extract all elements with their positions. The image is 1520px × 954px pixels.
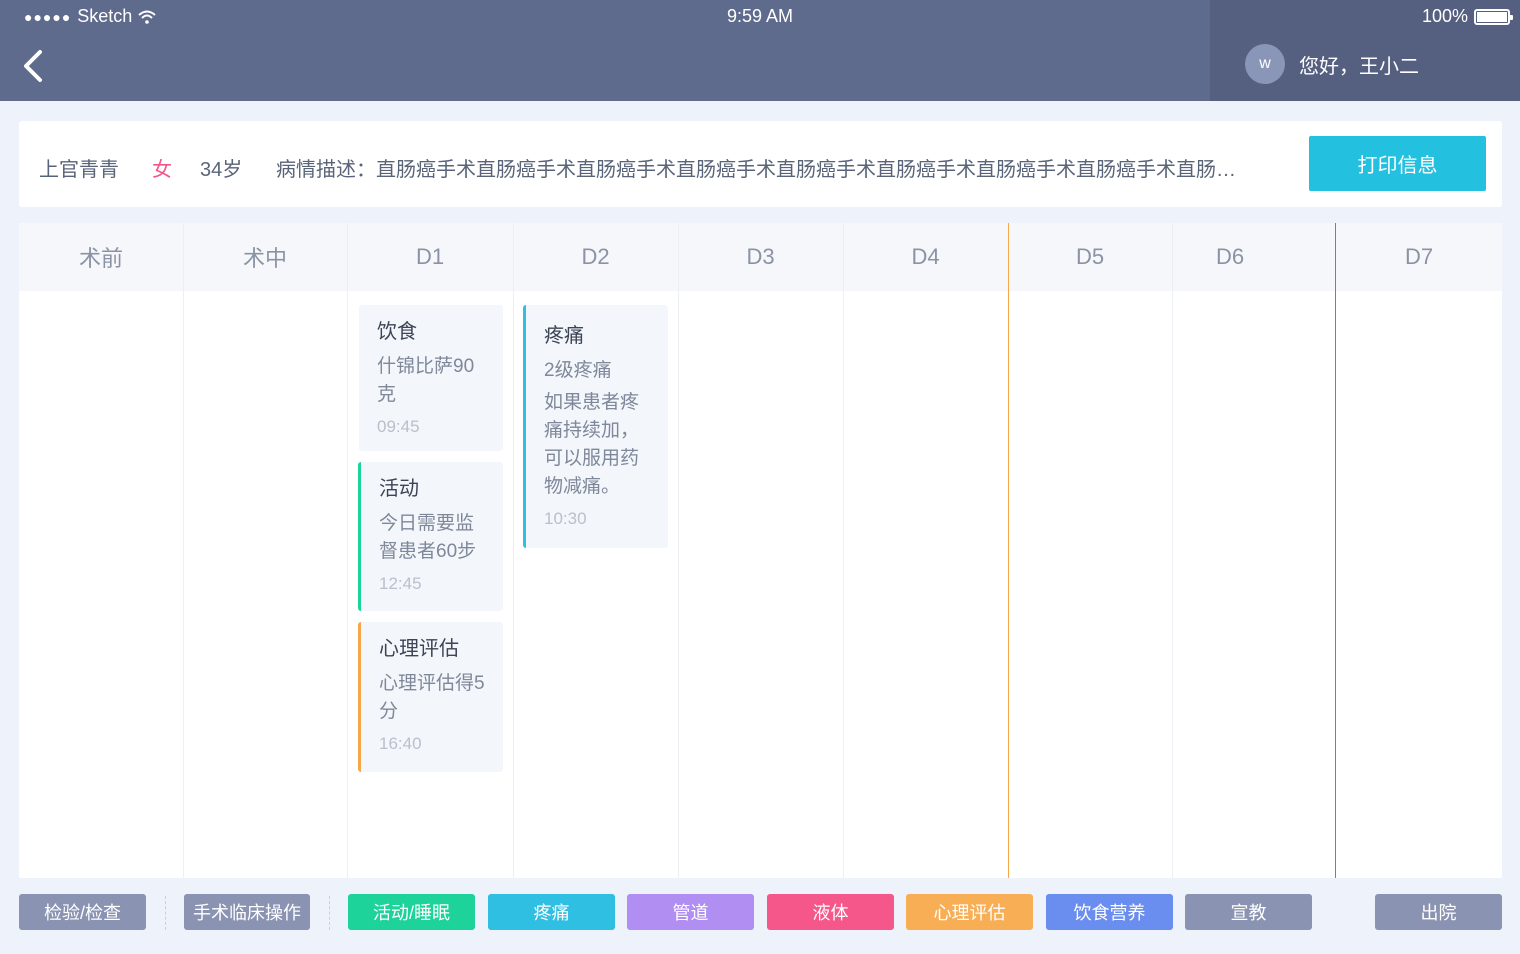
legend-activity-button[interactable]: 活动/睡眠 — [348, 894, 475, 930]
card-title: 心理评估 — [379, 638, 459, 660]
print-info-button[interactable]: 打印信息 — [1309, 136, 1486, 191]
patient-gender: 女 — [152, 159, 172, 181]
user-info[interactable]: w 您好，王小二 — [1245, 44, 1419, 84]
card-time: 09:45 — [377, 417, 420, 436]
card-body: 今日需要监督患者60步 — [379, 513, 477, 562]
legend-psych-button[interactable]: 心理评估 — [906, 894, 1033, 930]
status-battery: 100% — [1421, 6, 1513, 27]
col-intraop: 术中 — [242, 246, 287, 271]
legend-pain-button[interactable]: 疼痛 — [488, 894, 615, 930]
patient-age: 34岁 — [200, 159, 243, 181]
card-body: 如果患者疼痛持续加，可以服用药物减痛。 — [544, 392, 640, 497]
greeting-text: 您好，王小二 — [1299, 55, 1419, 78]
col-divider — [183, 223, 184, 878]
legend-exam-button[interactable]: 检验/检查 — [19, 894, 146, 930]
card-time: 10:30 — [544, 509, 587, 528]
col-divider — [347, 223, 348, 878]
card-title: 饮食 — [377, 321, 417, 343]
col-divider — [513, 223, 514, 878]
legend-separator — [329, 896, 330, 930]
patient-info-card: 上官青青 女 34岁 病情描述：直肠癌手术直肠癌手术直肠癌手术直肠癌手术直肠癌手… — [19, 121, 1502, 207]
legend-surgery-button[interactable]: 手术临床操作 — [184, 894, 310, 930]
col-divider — [678, 223, 679, 878]
event-card-activity[interactable]: 活动 今日需要监督患者60步 12:45 — [358, 462, 503, 611]
card-body: 心理评估得5分 — [379, 673, 485, 722]
discharge-marker-line — [1335, 223, 1336, 878]
col-d3: D3 — [746, 244, 775, 269]
timeline-header: 术前 术中 D1 D2 D3 D4 D5 D6 D7 — [19, 223, 1502, 291]
col-d2: D2 — [581, 244, 610, 269]
card-body: 2级疼痛 — [544, 360, 612, 381]
card-time: 16:40 — [379, 734, 422, 753]
battery-icon — [1474, 8, 1513, 25]
col-d6: D6 — [1215, 244, 1245, 269]
event-card-pain[interactable]: 疼痛 2级疼痛 如果患者疼痛持续加，可以服用药物减痛。 10:30 — [523, 305, 668, 548]
battery-percent: 100% — [1421, 6, 1468, 26]
patient-name: 上官青青 — [39, 159, 119, 181]
card-time: 12:45 — [379, 574, 422, 593]
current-day-marker-line — [1008, 223, 1009, 878]
col-d4: D4 — [911, 244, 940, 269]
legend-fluid-button[interactable]: 液体 — [767, 894, 894, 930]
col-d1: D1 — [415, 244, 445, 269]
col-d5: D5 — [1075, 244, 1105, 269]
legend-education-button[interactable]: 宣教 — [1185, 894, 1312, 930]
patient-description: 病情描述：直肠癌手术直肠癌手术直肠癌手术直肠癌手术直肠癌手术直肠癌手术直肠癌手术… — [276, 159, 1236, 181]
card-title: 疼痛 — [544, 325, 584, 347]
status-time: 9:59 AM — [726, 6, 794, 26]
col-preop: 术前 — [78, 246, 123, 271]
event-card-psych[interactable]: 心理评估 心理评估得5分 16:40 — [358, 622, 503, 772]
legend-diet-button[interactable]: 饮食营养 — [1046, 894, 1173, 930]
timeline-grid: 术前 术中 D1 D2 D3 D4 D5 D6 D7 饮食 什锦比萨90克 09… — [19, 223, 1502, 878]
col-divider — [843, 223, 844, 878]
event-card-diet[interactable]: 饮食 什锦比萨90克 09:45 — [359, 305, 503, 451]
card-body: 什锦比萨90克 — [377, 356, 475, 405]
card-title: 活动 — [379, 478, 419, 500]
col-divider — [1172, 223, 1173, 878]
back-arrow-icon[interactable] — [20, 46, 50, 86]
top-bar: ●●●●● Sketch 9:59 AM 100% w 您好，王小二 — [0, 0, 1520, 101]
legend-tube-button[interactable]: 管道 — [627, 894, 754, 930]
avatar[interactable]: w — [1245, 44, 1285, 84]
col-d7: D7 — [1404, 244, 1434, 269]
legend-discharge-button[interactable]: 出院 — [1375, 894, 1502, 930]
legend-separator — [165, 896, 166, 930]
